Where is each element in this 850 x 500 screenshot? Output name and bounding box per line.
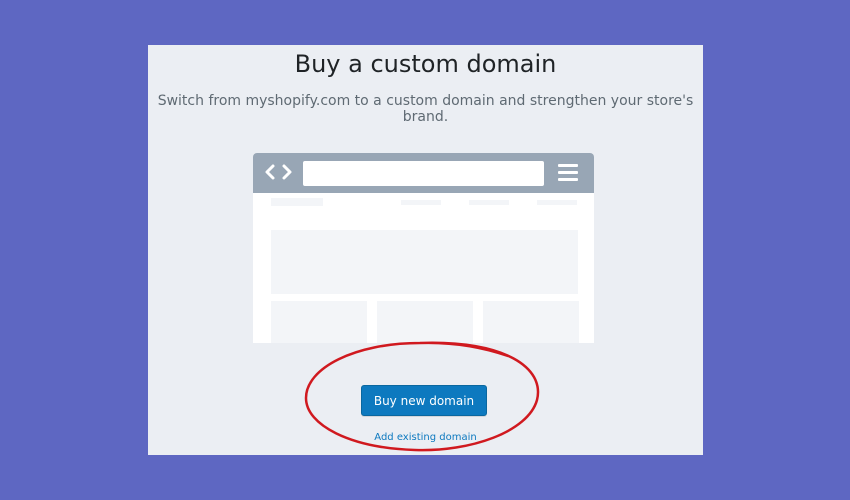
placeholder-logo	[271, 198, 323, 206]
add-existing-domain-link-text[interactable]: Add existing domain	[374, 432, 476, 443]
add-existing-domain-link: Add existing domain	[148, 432, 703, 443]
url-bar	[303, 161, 544, 186]
page-title: Buy a custom domain	[294, 50, 557, 78]
custom-domain-card: Buy a custom domain Switch from myshopif…	[148, 45, 703, 455]
placeholder-nav-item	[401, 200, 441, 205]
placeholder-nav-item	[537, 200, 577, 205]
placeholder-nav-item	[469, 200, 509, 205]
back-forward-arrows-icon	[265, 164, 292, 180]
hamburger-menu-icon	[558, 164, 578, 182]
browser-illustration	[253, 153, 594, 343]
page-subtitle: Switch from myshopify.com to a custom do…	[157, 93, 694, 125]
browser-toolbar	[253, 153, 594, 193]
placeholder-tile	[377, 301, 473, 343]
placeholder-hero	[271, 230, 578, 294]
buy-new-domain-button[interactable]: Buy new domain	[361, 385, 487, 416]
placeholder-tile	[483, 301, 579, 343]
placeholder-tile	[271, 301, 367, 343]
